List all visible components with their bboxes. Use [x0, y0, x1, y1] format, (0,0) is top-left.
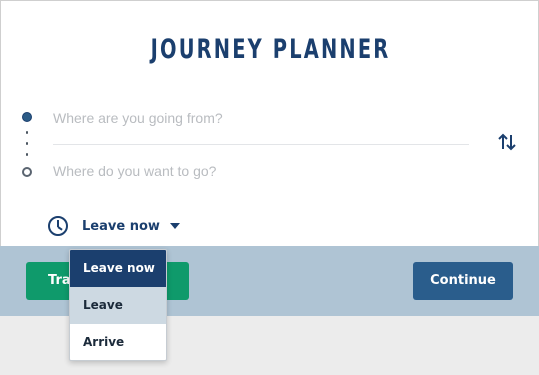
option-leave[interactable]: Leave — [70, 287, 166, 324]
destination-dot-icon — [22, 167, 32, 177]
route-dot-icon — [26, 153, 28, 156]
time-selector[interactable]: Leave now — [48, 215, 180, 237]
origin-dot-icon — [22, 112, 32, 122]
journey-planner-card: JOURNEY PLANNER Where are you going from… — [0, 0, 539, 246]
swap-button[interactable] — [497, 132, 517, 152]
from-input[interactable]: Where are you going from? — [53, 110, 469, 144]
divider — [53, 144, 469, 145]
time-dropdown-menu: Leave now Leave Arrive — [69, 249, 167, 361]
to-input[interactable]: Where do you want to go? — [53, 163, 469, 185]
swap-vertical-icon — [498, 133, 516, 151]
option-leave-now[interactable]: Leave now — [70, 250, 166, 287]
route-dot-icon — [26, 142, 28, 145]
option-arrive[interactable]: Arrive — [70, 324, 166, 360]
continue-button[interactable]: Continue — [413, 262, 513, 300]
time-selected-label: Leave now — [82, 218, 160, 234]
route-dot-icon — [26, 131, 28, 134]
clock-icon — [48, 216, 68, 236]
caret-down-icon — [169, 223, 180, 229]
page-title: JOURNEY PLANNER — [150, 34, 391, 65]
